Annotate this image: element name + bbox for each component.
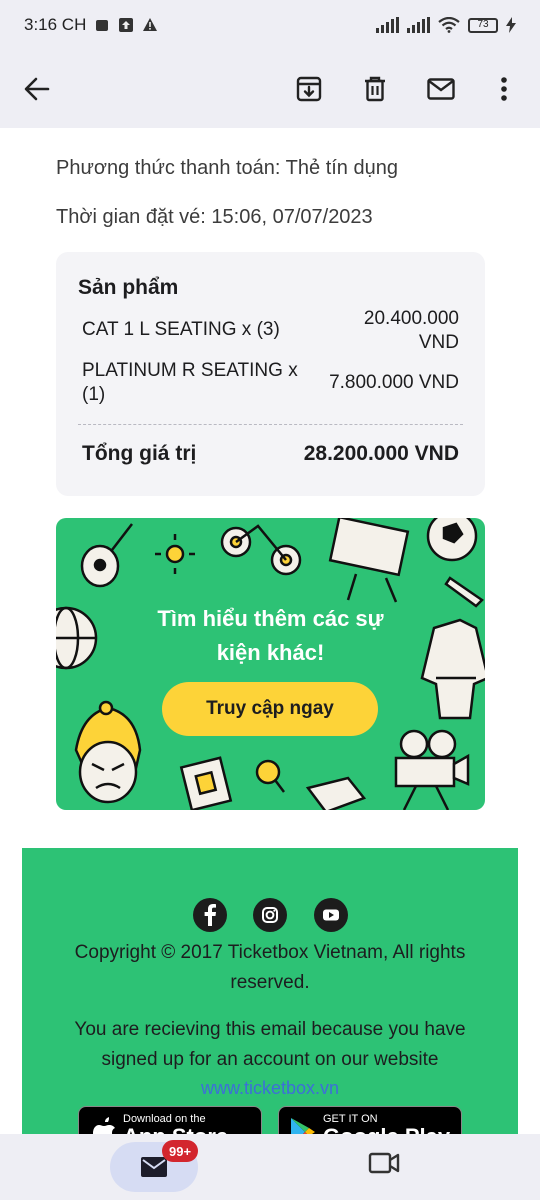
more-vert-icon — [501, 77, 507, 101]
mask-character-icon — [74, 700, 142, 804]
order-item-name-line2: (1) — [82, 384, 106, 405]
promo-text-line2: kiện khác! — [216, 640, 325, 665]
app-store-badge[interactable]: Download on the App Store — [78, 1106, 262, 1134]
upload-notification-icon — [119, 18, 134, 32]
warning-icon — [143, 18, 158, 31]
google-play-big-text: Google Play — [323, 1125, 450, 1135]
magnifier-icon — [255, 759, 285, 793]
order-item-price: 20.400.000 VND — [364, 307, 459, 355]
order-item-price: 7.800.000 VND — [329, 371, 459, 395]
copyright-line2: reserved. — [230, 972, 310, 993]
copyright-text: Copyright © 2017 Ticketbox Vietnam, All … — [42, 938, 498, 998]
easel-icon — [328, 518, 410, 603]
meet-tab[interactable] — [368, 1152, 400, 1179]
instagram-link[interactable] — [253, 898, 287, 932]
signal-icon-2 — [407, 17, 430, 33]
email-footer: Copyright © 2017 Ticketbox Vietnam, All … — [22, 848, 518, 1134]
facebook-link[interactable] — [193, 898, 227, 932]
google-play-badge[interactable]: GET IT ON Google Play — [278, 1106, 462, 1134]
order-divider — [78, 424, 463, 425]
mail-icon — [427, 78, 455, 100]
order-item-name-line1: CAT 1 L SEATING x (3) — [82, 319, 280, 340]
back-arrow-icon — [24, 77, 50, 101]
order-item-name-line1: PLATINUM R SEATING x — [82, 360, 298, 381]
promo-text: Tìm hiểu thêm các sự kiện khác! — [56, 602, 485, 670]
bicycle-icon — [220, 524, 302, 576]
order-item-price-line1: 7.800.000 VND — [329, 372, 459, 393]
back-button[interactable] — [15, 67, 59, 111]
order-summary-card: Sản phẩm CAT 1 L SEATING x (3) 20.400.00… — [56, 252, 485, 496]
notice-line1: You are recieving this email because you… — [74, 1019, 466, 1040]
order-item-name: CAT 1 L SEATING x (3) — [82, 318, 280, 342]
order-item-name: PLATINUM R SEATING x (1) — [82, 359, 298, 407]
total-value: 28.200.000 VND — [303, 442, 459, 465]
visit-now-button[interactable]: Truy cập ngay — [162, 682, 378, 736]
archive-icon — [296, 76, 322, 102]
subscription-notice: You are recieving this email because you… — [42, 1015, 498, 1075]
mark-unread-button[interactable] — [419, 67, 463, 111]
video-camera-icon — [368, 1152, 400, 1174]
unread-badge: 99+ — [162, 1140, 199, 1162]
instagram-icon — [262, 907, 278, 923]
order-title: Sản phẩm — [78, 276, 179, 299]
soccer-ball-icon — [426, 518, 478, 562]
signal-icon — [376, 17, 399, 33]
movie-camera-icon — [394, 729, 470, 810]
charging-icon — [506, 17, 516, 33]
facebook-icon — [204, 904, 216, 926]
ticket-icon — [179, 756, 233, 810]
google-play-icon — [291, 1118, 315, 1134]
email-body[interactable]: Phương thức thanh toán: Thẻ tín dụng Thờ… — [0, 128, 540, 1134]
mail-filled-icon — [141, 1157, 167, 1177]
guitar-icon — [80, 523, 133, 588]
box-icon — [305, 776, 367, 810]
trash-icon — [365, 76, 385, 102]
copyright-line1: Copyright © 2017 Ticketbox Vietnam, All … — [74, 942, 466, 963]
apple-icon — [93, 1117, 115, 1134]
total-label: Tổng giá trị — [82, 442, 197, 465]
archive-button[interactable] — [287, 67, 331, 111]
sun-icon — [155, 534, 195, 574]
bottom-navigation: 99+ — [0, 1134, 540, 1200]
booking-time-text: Thời gian đặt vé: 15:06, 07/07/2023 — [56, 206, 373, 228]
status-time: 3:16 CH — [24, 15, 87, 34]
website-link[interactable]: www.ticketbox.vn — [22, 1078, 518, 1099]
notification-icon — [96, 20, 109, 31]
status-bar: 3:16 CH 73 — [0, 0, 540, 50]
payment-method-text: Phương thức thanh toán: Thẻ tín dụng — [56, 157, 398, 179]
app-bar — [0, 50, 540, 128]
youtube-link[interactable] — [314, 898, 348, 932]
notice-line2: signed up for an account on our website — [101, 1049, 439, 1070]
promo-banner[interactable]: Tìm hiểu thêm các sự kiện khác! Truy cập… — [56, 518, 485, 810]
promo-text-line1: Tìm hiểu thêm các sự — [157, 606, 384, 631]
wifi-icon — [438, 17, 460, 33]
app-store-big-text: App Store — [123, 1125, 228, 1135]
battery-level: 73 — [477, 19, 489, 30]
more-options-button[interactable] — [482, 67, 526, 111]
youtube-icon — [323, 909, 339, 921]
order-item-price-line1: 20.400.000 — [363, 308, 459, 329]
delete-button[interactable] — [353, 67, 397, 111]
battery-icon: 73 — [468, 17, 498, 33]
order-item-price-line2: VND — [418, 332, 459, 353]
